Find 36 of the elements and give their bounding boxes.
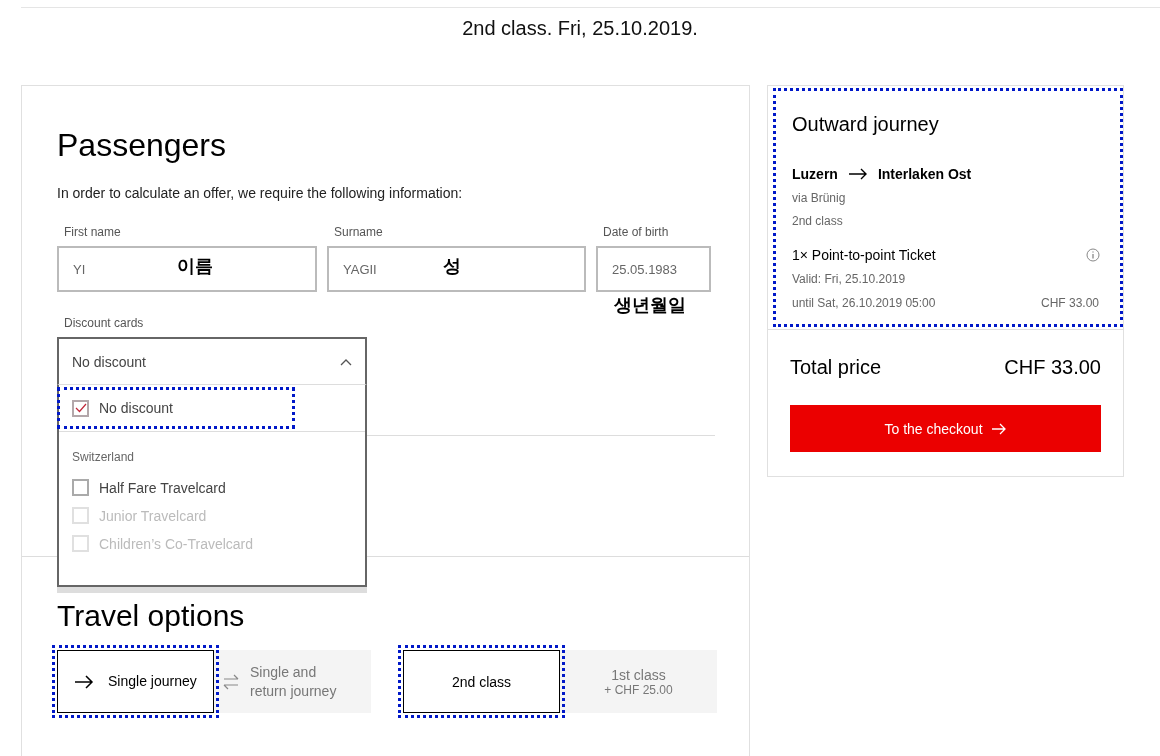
section-title: Passengers [57,126,227,164]
journey-option[interactable]: Single and return journey [214,650,371,713]
summary-title: Outward journey [792,113,940,136]
checkout-button[interactable]: To the checkout [790,405,1101,452]
class-option[interactable]: 1st class + CHF 25.00 [560,650,717,713]
swap-arrows-icon [222,673,240,690]
group-heading: Switzerland [72,450,136,464]
field-label: Surname [334,225,384,239]
ticket-price: CHF 33.00 [1040,296,1099,310]
total-label: Total price [790,356,882,379]
info-icon[interactable] [1086,248,1100,262]
total-price: CHF 33.00 [1004,356,1101,379]
arrow-right-icon [847,168,868,180]
field-label: Discount cards [64,316,145,330]
annotation-label: 이름 [177,255,213,278]
annotation-label: 생년월일 [614,294,686,317]
annotation-label: 성 [443,255,461,278]
field-label: Date of birth [603,225,670,239]
page-subtitle: 2nd class. Fri, 25.10.2019. [461,17,699,41]
checkbox[interactable] [72,479,89,496]
origin-station: Luzern [792,166,838,182]
arrow-right-icon [990,422,1007,435]
ticket-name: 1× Point-to-point Ticket [792,247,936,263]
input-field[interactable]: 25.05.1983 [596,246,711,292]
arrow-right-icon [74,674,94,689]
travel-class: 2nd class [792,214,844,228]
intro-text: In order to calculate an offer, we require the following information: [57,185,464,201]
validity-text: Valid: Fri, 25.10.2019 [792,272,907,286]
field-label: First name [64,225,122,239]
destination-station: Interlaken Ost [877,166,972,182]
option-item[interactable]: No discount [62,392,290,424]
checkbox[interactable] [72,399,89,417]
section-title: Travel options [57,599,246,633]
route-via: via Brünig [792,191,847,205]
option-item[interactable]: Half Fare Travelcard [59,474,238,501]
validity-end: until Sat, 26.10.2019 05:00 [792,296,936,310]
